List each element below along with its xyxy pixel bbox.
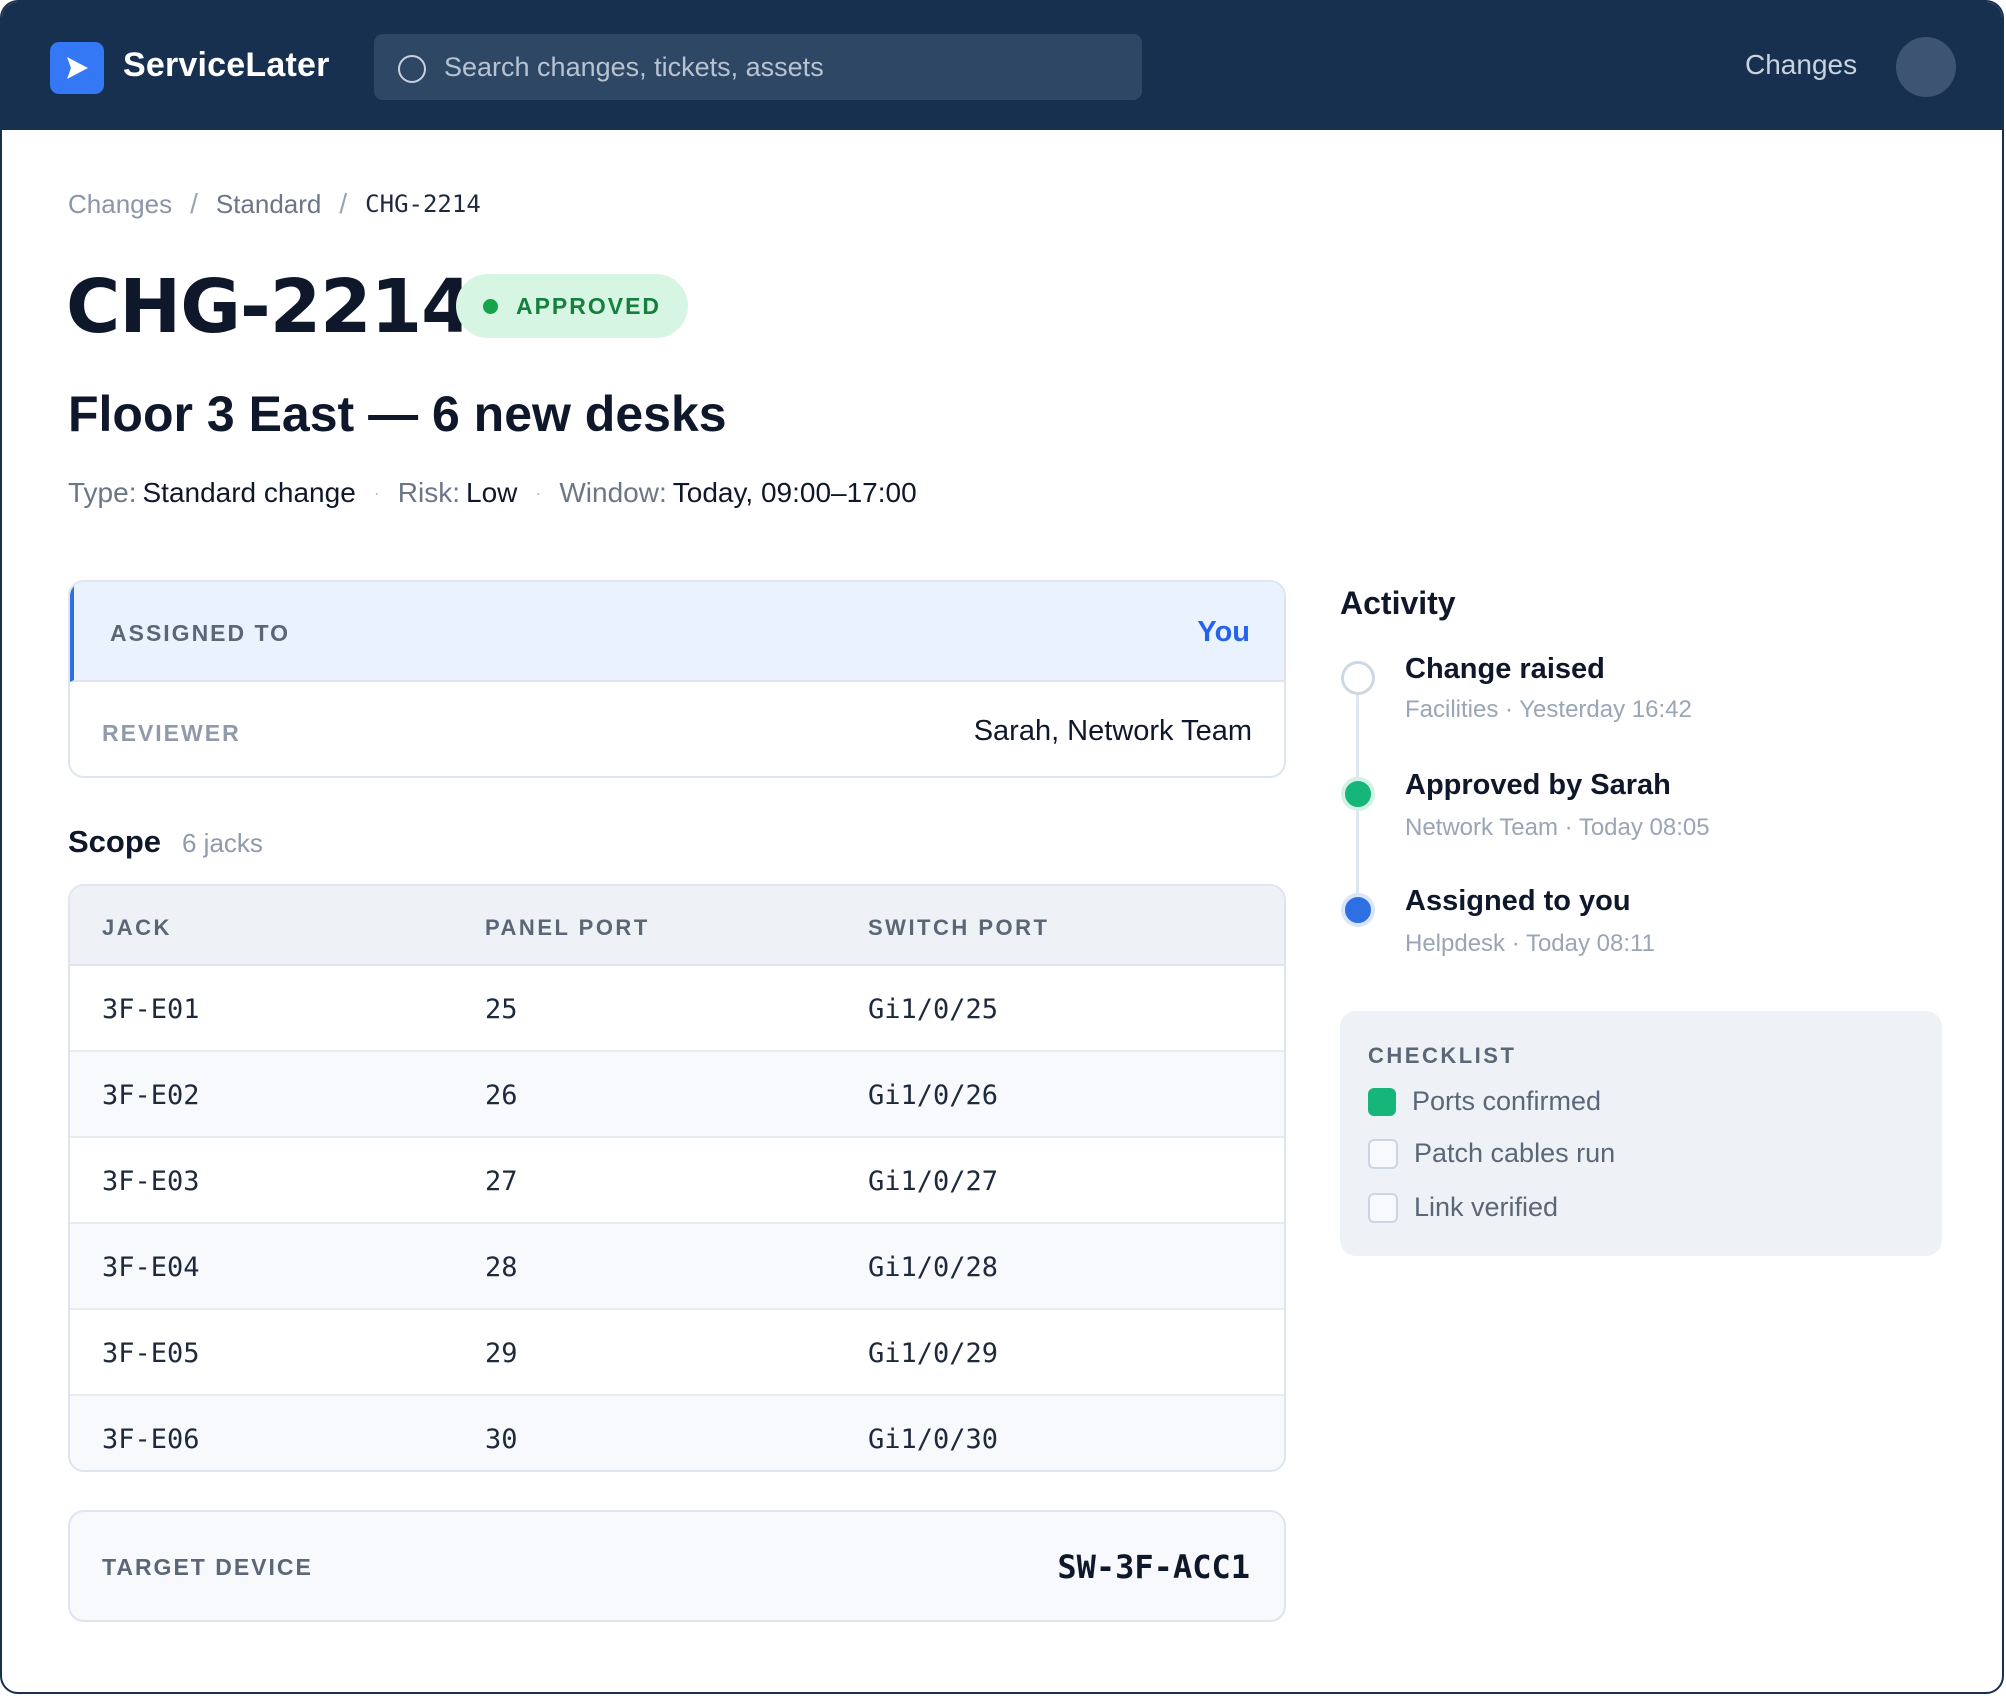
meta-separator: ·: [373, 482, 380, 503]
checklist-title: CHECKLIST: [1368, 1043, 1517, 1068]
cell-switch-port: Gi1/0/27: [868, 1166, 999, 1197]
change-id: CHG-2214: [66, 264, 473, 350]
assignment-card: ASSIGNED TO You REVIEWER Sarah, Network …: [68, 580, 1286, 778]
window-value: Today, 09:00–17:00: [672, 477, 917, 508]
type-value: Standard change: [142, 477, 356, 508]
cell-panel-port: 25: [485, 994, 518, 1025]
checklist-item-label: Link verified: [1414, 1192, 1559, 1222]
cell-switch-port: Gi1/0/29: [868, 1338, 999, 1369]
cell-switch-port: Gi1/0/25: [868, 994, 999, 1025]
cell-panel-port: 30: [485, 1424, 518, 1455]
reviewer-label: REVIEWER: [102, 720, 241, 746]
target-device-card: TARGET DEVICE SW-3F-ACC1: [68, 1510, 1286, 1622]
top-bar: ServiceLater Search changes, tickets, as…: [2, 2, 2002, 130]
activity-event-title: Change raised: [1405, 653, 1605, 685]
reviewer-value: Sarah, Network Team: [973, 715, 1252, 747]
column-header-panel-port: PANEL PORT: [485, 915, 650, 940]
cell-jack: 3F-E02: [102, 1080, 200, 1111]
table-row[interactable]: 3F-E04 28 Gi1/0/28: [70, 1224, 1284, 1310]
status-dot-icon: [482, 298, 498, 314]
status-badge: APPROVED: [456, 274, 688, 338]
scope-count: 6 jacks: [182, 828, 263, 858]
table-row[interactable]: 3F-E05 29 Gi1/0/29: [70, 1310, 1284, 1396]
send-arrow-icon: [67, 57, 88, 79]
checklist-item[interactable]: Ports confirmed: [1368, 1086, 1601, 1117]
cell-panel-port: 26: [485, 1080, 518, 1111]
cell-jack: 3F-E01: [102, 994, 200, 1025]
cell-switch-port: Gi1/0/28: [868, 1252, 999, 1283]
table-row[interactable]: 3F-E01 25 Gi1/0/25: [70, 966, 1284, 1052]
checkbox-checked[interactable]: [1368, 1087, 1396, 1116]
activity-title: Activity: [1340, 585, 1456, 621]
search-icon: [398, 55, 426, 83]
checklist-item-label: Patch cables run: [1414, 1138, 1616, 1168]
table-row[interactable]: 3F-E03 27 Gi1/0/27: [70, 1138, 1284, 1224]
checklist-panel: CHECKLIST Ports confirmed Patch cables r…: [1340, 1011, 1942, 1256]
assigned-to-label: ASSIGNED TO: [110, 620, 291, 646]
checklist-item[interactable]: Link verified: [1368, 1192, 1558, 1223]
assigned-to-row: ASSIGNED TO You: [70, 582, 1284, 682]
risk-label: Risk:: [397, 477, 460, 508]
cell-panel-port: 28: [485, 1252, 518, 1283]
cell-panel-port: 29: [485, 1338, 518, 1369]
column-header-switch-port: SWITCH PORT: [868, 915, 1050, 940]
breadcrumb-separator: /: [339, 188, 348, 219]
timeline-current-icon: [1341, 893, 1375, 927]
cell-jack: 3F-E04: [102, 1252, 200, 1283]
table-row[interactable]: 3F-E06 30 Gi1/0/30: [70, 1396, 1284, 1470]
checklist-item-label: Ports confirmed: [1412, 1086, 1602, 1116]
breadcrumb-changes[interactable]: Changes: [68, 189, 172, 220]
checklist-item[interactable]: Patch cables run: [1368, 1138, 1615, 1169]
logo-icon[interactable]: [50, 42, 104, 94]
cell-jack: 3F-E05: [102, 1338, 200, 1369]
user-avatar[interactable]: [1896, 37, 1956, 97]
target-device-value: SW-3F-ACC1: [1057, 1548, 1250, 1586]
change-title: Floor 3 East — 6 new desks: [68, 386, 727, 442]
timeline-done-icon: [1341, 777, 1375, 811]
meta-separator: ·: [535, 482, 542, 503]
breadcrumb-standard[interactable]: Standard: [216, 189, 322, 220]
activity-event-subtitle: Facilities · Yesterday 16:42: [1405, 696, 1692, 723]
nav-changes-link[interactable]: Changes: [1745, 49, 1857, 81]
cell-panel-port: 27: [485, 1166, 518, 1197]
breadcrumb-separator: /: [190, 188, 198, 219]
cell-switch-port: Gi1/0/30: [868, 1424, 999, 1455]
activity-event-title: Assigned to you: [1405, 885, 1631, 917]
cell-jack: 3F-E03: [102, 1166, 200, 1197]
activity-event-subtitle: Helpdesk · Today 08:11: [1405, 930, 1655, 957]
target-device-label: TARGET DEVICE: [102, 1554, 313, 1580]
type-label: Type:: [68, 477, 137, 508]
search-input[interactable]: Search changes, tickets, assets: [374, 34, 1142, 100]
risk-value: Low: [466, 477, 518, 508]
cell-switch-port: Gi1/0/26: [868, 1080, 999, 1111]
breadcrumb: Changes / Standard / CHG-2214: [68, 188, 481, 220]
checkbox-unchecked[interactable]: [1368, 1192, 1398, 1223]
status-badge-label: APPROVED: [515, 292, 662, 319]
window-label: Window:: [559, 477, 667, 508]
checkbox-unchecked[interactable]: [1368, 1138, 1398, 1169]
activity-event-subtitle: Network Team · Today 08:05: [1405, 814, 1710, 841]
scope-table: JACK PANEL PORT SWITCH PORT 3F-E01 25 Gi…: [68, 884, 1286, 1472]
activity-event-title: Approved by Sarah: [1405, 769, 1671, 801]
table-row[interactable]: 3F-E02 26 Gi1/0/26: [70, 1052, 1284, 1138]
app-window: ServiceLater Search changes, tickets, as…: [0, 0, 2004, 1694]
assigned-to-value[interactable]: You: [1197, 616, 1250, 649]
column-header-jack: JACK: [102, 915, 172, 940]
cell-jack: 3F-E06: [102, 1424, 200, 1455]
table-header: JACK PANEL PORT SWITCH PORT: [70, 886, 1284, 966]
search-placeholder: Search changes, tickets, assets: [444, 52, 824, 82]
scope-title: Scope: [68, 824, 162, 859]
change-meta: Type: Standard change · Risk: Low · Wind…: [68, 477, 917, 509]
brand-name[interactable]: ServiceLater: [123, 46, 330, 85]
breadcrumb-current: CHG-2214: [365, 190, 481, 218]
timeline-pending-icon: [1341, 661, 1375, 695]
